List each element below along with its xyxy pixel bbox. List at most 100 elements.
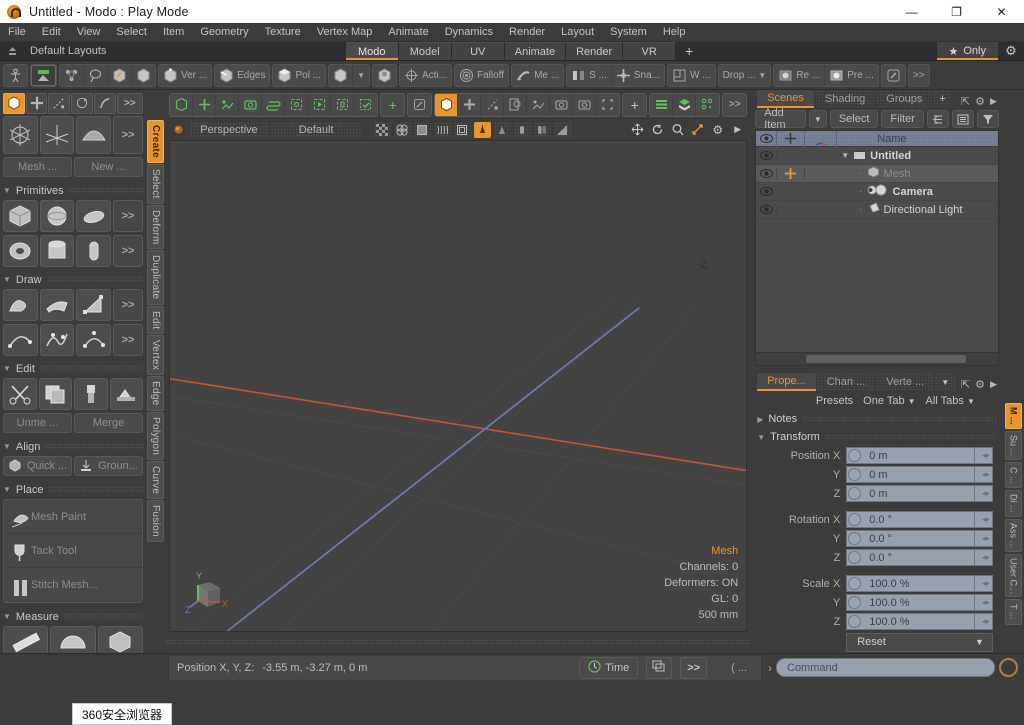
locator-icon[interactable] — [3, 116, 38, 154]
bspline-icon[interactable] — [76, 324, 111, 356]
scissors-icon[interactable] — [3, 378, 37, 410]
menu-help[interactable]: Help — [655, 23, 694, 42]
stepper-arrows-icon[interactable]: ◂▸ — [982, 488, 992, 499]
menu-file[interactable]: File — [0, 23, 34, 42]
curve-icon[interactable] — [3, 324, 38, 356]
stepper-arrows-icon[interactable]: ◂▸ — [982, 469, 992, 480]
merge-button[interactable]: Merge — [74, 413, 143, 433]
primitives-more-2-button[interactable]: >> — [113, 235, 143, 267]
table-row[interactable]: · Mesh — [756, 165, 998, 183]
expander-icon[interactable]: ▼ — [841, 151, 849, 160]
menu-texture[interactable]: Texture — [257, 23, 309, 42]
section-primitives-header[interactable]: ▼ Primitives — [3, 181, 143, 200]
list-icon[interactable] — [952, 110, 974, 128]
toolstrip-more-button[interactable]: >> — [909, 65, 929, 86]
create-tools-more-button[interactable]: >> — [113, 116, 143, 154]
presets-label[interactable]: Presets — [816, 395, 853, 407]
channel-knob-icon[interactable] — [848, 513, 861, 526]
chevron-right-icon[interactable]: ▶ — [729, 122, 746, 138]
add-item-button[interactable]: Add Item — [755, 110, 806, 128]
target-green-icon[interactable] — [285, 94, 308, 116]
vtab-fusion[interactable]: Fusion — [147, 500, 164, 542]
sphere-icon[interactable] — [40, 200, 75, 232]
draw-sculpt-icon[interactable] — [3, 289, 38, 321]
chevron-right-icon[interactable]: ▶ — [990, 96, 997, 107]
channel-knob-icon[interactable] — [848, 577, 861, 590]
unmerge-button[interactable]: Unme ... — [3, 413, 72, 433]
section-align-header[interactable]: ▼ Align — [3, 437, 143, 456]
section-draw-header[interactable]: ▼ Draw — [3, 270, 143, 289]
duplicate-icon-button[interactable] — [646, 657, 672, 679]
menu-vertex-map[interactable]: Vertex Map — [309, 23, 381, 42]
mesh-button[interactable]: Mesh ... — [3, 157, 72, 177]
scale-icon[interactable] — [48, 93, 70, 114]
mesh-constraint-button[interactable]: Me ... — [512, 65, 563, 86]
fit-view-icon[interactable] — [689, 122, 706, 138]
viewport-resize-dots[interactable] — [165, 639, 751, 646]
snap-button[interactable]: Sna... — [612, 65, 664, 86]
vtab-vertex[interactable]: Vertex — [147, 335, 164, 375]
menu-animate[interactable]: Animate — [380, 23, 436, 42]
layout-tab-uv[interactable]: UV — [452, 42, 505, 60]
wave-icon[interactable] — [434, 122, 451, 138]
action-center-button[interactable]: Acti... — [400, 65, 451, 86]
workplane-button[interactable]: W ... — [668, 65, 715, 86]
frame-green-icon[interactable] — [331, 94, 354, 116]
viewport-capture-icon[interactable] — [573, 94, 596, 116]
stepper-arrows-icon[interactable]: ◂▸ — [982, 578, 992, 589]
indent-icon[interactable] — [927, 110, 949, 128]
check-green-icon[interactable] — [354, 94, 377, 116]
rtab-user-channels[interactable]: User C... — [1005, 554, 1022, 598]
gear-icon[interactable]: ⚙ — [975, 378, 985, 391]
menu-system[interactable]: System — [602, 23, 655, 42]
bounding-box-icon[interactable] — [98, 626, 143, 653]
gear-icon[interactable]: ⚙ — [709, 122, 726, 138]
viewport-lock-icon[interactable] — [170, 122, 187, 138]
layout-tab-model[interactable]: Model — [399, 42, 452, 60]
viewport-bottom-handle[interactable] — [165, 632, 751, 653]
center-icon-button[interactable] — [60, 65, 84, 86]
close-button[interactable]: ✕ — [979, 0, 1024, 23]
layers-green-icon[interactable] — [262, 94, 285, 116]
table-row[interactable]: · Camera — [756, 183, 998, 201]
vtab-curve[interactable]: Curve — [147, 461, 164, 499]
only-toggle[interactable]: ★ Only — [936, 42, 999, 60]
rotation-y-input[interactable]: 0.0 ° ◂▸ — [846, 530, 993, 547]
vtab-edit[interactable]: Edit — [147, 306, 164, 334]
vtab-duplicate[interactable]: Duplicate — [147, 250, 164, 304]
viewport-copy-view-icon[interactable] — [504, 94, 527, 116]
all-tabs-dropdown[interactable]: All Tabs ▼ — [926, 395, 975, 407]
polygons-mode-button[interactable]: Pol ... — [273, 65, 325, 86]
filter-button[interactable]: Filter — [881, 110, 923, 128]
menu-select[interactable]: Select — [108, 23, 155, 42]
ruler-icon[interactable] — [3, 626, 48, 653]
bezier-icon[interactable] — [40, 324, 75, 356]
chevron-down-icon[interactable]: ▼ — [975, 637, 992, 647]
section-edit-header[interactable]: ▼ Edit — [3, 359, 143, 378]
position-y-input[interactable]: 0 m ◂▸ — [846, 466, 993, 483]
rotate-icon[interactable] — [71, 93, 93, 114]
tool-button[interactable] — [882, 65, 905, 86]
wrench-icon[interactable] — [408, 94, 431, 116]
vtab-select[interactable]: Select — [147, 164, 164, 204]
bevel-icon[interactable] — [110, 378, 144, 410]
vtab-edge[interactable]: Edge — [147, 376, 164, 411]
viewport-shading-name[interactable]: Default — [271, 122, 362, 137]
material-mode-button[interactable] — [373, 65, 396, 86]
cube-solid-icon-button[interactable] — [132, 65, 155, 86]
position-x-input[interactable]: 0 m ◂▸ — [846, 447, 993, 464]
cube-icon[interactable] — [3, 200, 38, 232]
falloff-button[interactable]: Falloff — [455, 65, 508, 86]
maximize-button[interactable]: ❐ — [934, 0, 979, 23]
channel-knob-icon[interactable] — [848, 551, 861, 564]
rtab-mesh[interactable]: M ... — [1005, 403, 1022, 429]
expand-icon[interactable]: ⇱ — [961, 378, 970, 391]
row-name-cell[interactable]: · Directional Light — [837, 202, 998, 217]
viewport-add-button[interactable]: + — [381, 94, 404, 116]
item-tree-scrollbar[interactable] — [756, 352, 998, 365]
element-move-icon[interactable] — [94, 93, 116, 114]
move-icon[interactable] — [26, 93, 48, 114]
tab-add-button[interactable]: + — [933, 90, 951, 108]
shadow-icon[interactable] — [514, 122, 531, 138]
protractor-icon[interactable] — [50, 626, 95, 653]
